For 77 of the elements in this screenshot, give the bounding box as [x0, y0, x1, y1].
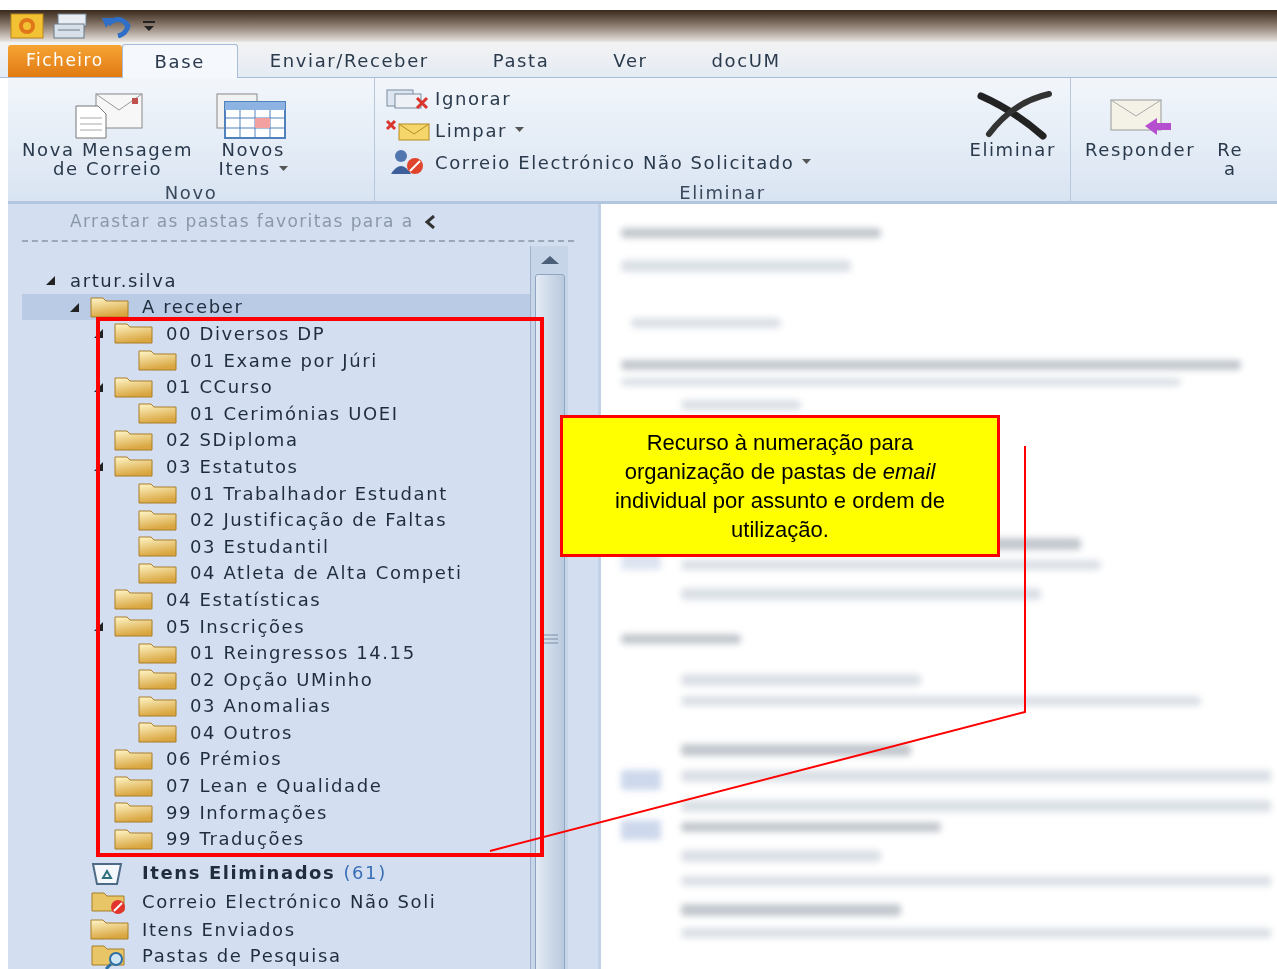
- ribbon-tab[interactable]: Ver: [581, 43, 680, 77]
- expanded-arrow-icon[interactable]: [92, 327, 104, 340]
- folder-name[interactable]: artur.silva: [70, 266, 178, 294]
- customize-dropdown-icon[interactable]: [142, 19, 156, 33]
- folder-icon: [114, 455, 154, 478]
- ribbon-button[interactable]: Eliminar: [965, 82, 1060, 182]
- folder-name[interactable]: 01 Exame por Júri: [190, 346, 378, 374]
- expanded-arrow-icon[interactable]: [92, 620, 104, 632]
- folder-name[interactable]: 01 Cerimónias UOEI: [190, 399, 399, 427]
- folder-name[interactable]: 01 Trabalhador Estudant: [190, 479, 448, 507]
- folder-name[interactable]: 05 Inscrições: [166, 612, 306, 640]
- favorites-hint: Arrastar as pastas favoritas para a: [70, 210, 414, 234]
- folder-name[interactable]: 00 Diversos DP: [166, 320, 326, 347]
- ribbon-tab[interactable]: Pasta: [460, 43, 582, 77]
- folder-name[interactable]: 03 Anomalias: [190, 692, 332, 720]
- folder-name[interactable]: Pastas de Pesquisa: [142, 942, 342, 969]
- ribbon-tab[interactable]: docUM: [679, 43, 813, 77]
- ribbon-button[interactable]: Limpar: [385, 114, 952, 146]
- folder-name[interactable]: 04 Atleta de Alta Competi: [190, 559, 463, 587]
- folder-name[interactable]: 04 Estatísticas: [166, 585, 322, 613]
- ignore-icon: [385, 86, 431, 110]
- ribbon-button[interactable]: Nova Mensagem de Correio: [18, 82, 198, 182]
- folder-name[interactable]: 04 Outros: [190, 718, 294, 746]
- grip-icon: [541, 634, 558, 644]
- folder-name[interactable]: 07 Lean e Qualidade: [166, 772, 383, 800]
- folder-icon: [114, 827, 154, 850]
- ribbon-tab[interactable]: Base: [121, 44, 238, 78]
- folder-name[interactable]: 99 Informações: [166, 798, 329, 826]
- ribbon-group-label: Eliminar: [678, 182, 767, 204]
- app-logo-icon[interactable]: [10, 13, 44, 39]
- ribbon-button[interactable]: Ignorar: [385, 82, 952, 114]
- folder-name[interactable]: 03 Estatutos: [166, 452, 299, 480]
- unread-count: (61): [343, 861, 387, 886]
- expanded-arrow-icon[interactable]: [92, 460, 104, 473]
- folder-name[interactable]: 02 Justificação de Faltas: [190, 506, 448, 534]
- folder-icon: [138, 668, 178, 691]
- folder-icon: [114, 774, 154, 797]
- folder-name[interactable]: 03 Estudantil: [190, 532, 330, 560]
- folder-name[interactable]: 02 SDiploma: [166, 426, 299, 454]
- ribbon-button[interactable]: Novos Itens: [211, 82, 296, 182]
- ribbon-tab[interactable]: Enviar/Receber: [237, 43, 461, 77]
- folder-name[interactable]: 01 CCurso: [166, 373, 274, 401]
- ribbon-button[interactable]: Responder: [1081, 82, 1200, 182]
- folder-icon: [114, 615, 154, 637]
- folder-icon: [114, 588, 154, 611]
- folder-name[interactable]: 06 Prémios: [166, 745, 283, 773]
- folder-name[interactable]: Correio Electrónico Não Soli: [142, 888, 437, 916]
- scroll-up-icon[interactable]: [539, 254, 560, 266]
- folder-name[interactable]: 99 Traduções: [166, 825, 305, 853]
- ribbon-button[interactable]: Re a: [1213, 82, 1248, 182]
- folder-icon: [138, 721, 178, 744]
- folder-name[interactable]: 01 Reingressos 14.15: [190, 639, 416, 667]
- folder-icon: [114, 428, 154, 451]
- folder-name[interactable]: 02 Opção UMinho: [190, 665, 374, 693]
- folder-icon: [114, 748, 154, 770]
- folder-icon: [138, 535, 178, 558]
- folder-icon: [138, 561, 178, 584]
- folder-icon: [90, 295, 130, 318]
- ribbon-group-label: Novo: [163, 182, 219, 204]
- folder-icon: [114, 801, 154, 824]
- callout-text: Recurso à numeração para organização de pastas de email individual por assunto e ordem de utilização.: [613, 429, 947, 544]
- folder-icon: [138, 641, 178, 664]
- collapse-chevron-icon[interactable]: [423, 215, 436, 229]
- folder-name[interactable]: Itens Eliminados: [142, 859, 336, 887]
- folder-icon: [114, 375, 154, 398]
- folder-icon: [138, 349, 178, 372]
- folder-icon: [138, 508, 178, 531]
- folder-name: A receber: [142, 295, 244, 320]
- folder-icon: [138, 694, 178, 717]
- folder-name[interactable]: Itens Enviados: [142, 915, 296, 943]
- clean-icon: [385, 118, 431, 142]
- folder-icon: [90, 918, 130, 941]
- folder-icon: [138, 402, 178, 425]
- expanded-arrow-icon[interactable]: [44, 274, 56, 287]
- folder-icon: [138, 482, 178, 505]
- undo-icon[interactable]: [100, 14, 134, 38]
- ribbon-button[interactable]: Correio Electrónico Não Solicitado: [385, 146, 952, 178]
